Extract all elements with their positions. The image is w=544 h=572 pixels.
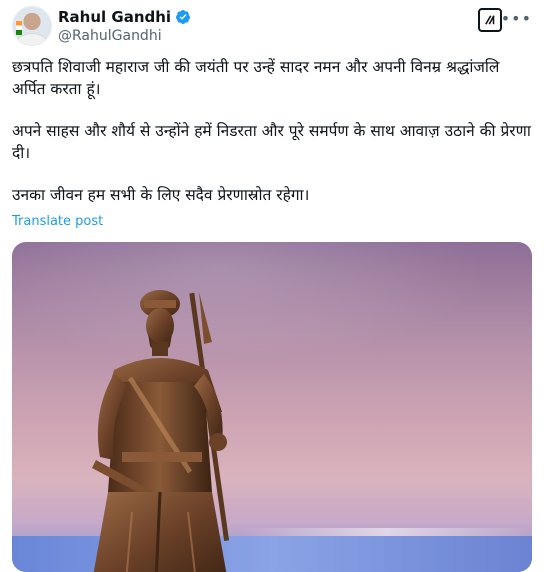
tweet-media-image[interactable] xyxy=(12,242,532,572)
tweet-header: Rahul Gandhi @RahulGandhi ••• xyxy=(12,6,532,50)
author-display-name[interactable]: Rahul Gandhi xyxy=(58,8,171,26)
statue-image xyxy=(92,290,230,572)
tweet-paragraph-2: अपने साहस और शौर्य से उन्होंने हमें निडर… xyxy=(12,122,531,162)
translate-post-link[interactable]: Translate post xyxy=(12,214,103,229)
avatar[interactable] xyxy=(12,6,52,46)
tweet-paragraph-3: उनका जीवन हम सभी के लिए सदैव प्रेरणास्रो… xyxy=(12,186,310,204)
tweet-paragraph-1: छत्रपति शिवाजी महाराज जी की जयंती पर उन्… xyxy=(12,58,500,98)
grok-icon[interactable] xyxy=(478,8,502,32)
author-handle[interactable]: @RahulGandhi xyxy=(58,28,162,44)
more-icon[interactable]: ••• xyxy=(501,11,532,27)
verified-badge-icon[interactable] xyxy=(175,9,191,25)
tweet-text: छत्रपति शिवाजी महाराज जी की जयंती पर उन्… xyxy=(12,56,532,226)
author-name-row: Rahul Gandhi xyxy=(58,8,191,26)
